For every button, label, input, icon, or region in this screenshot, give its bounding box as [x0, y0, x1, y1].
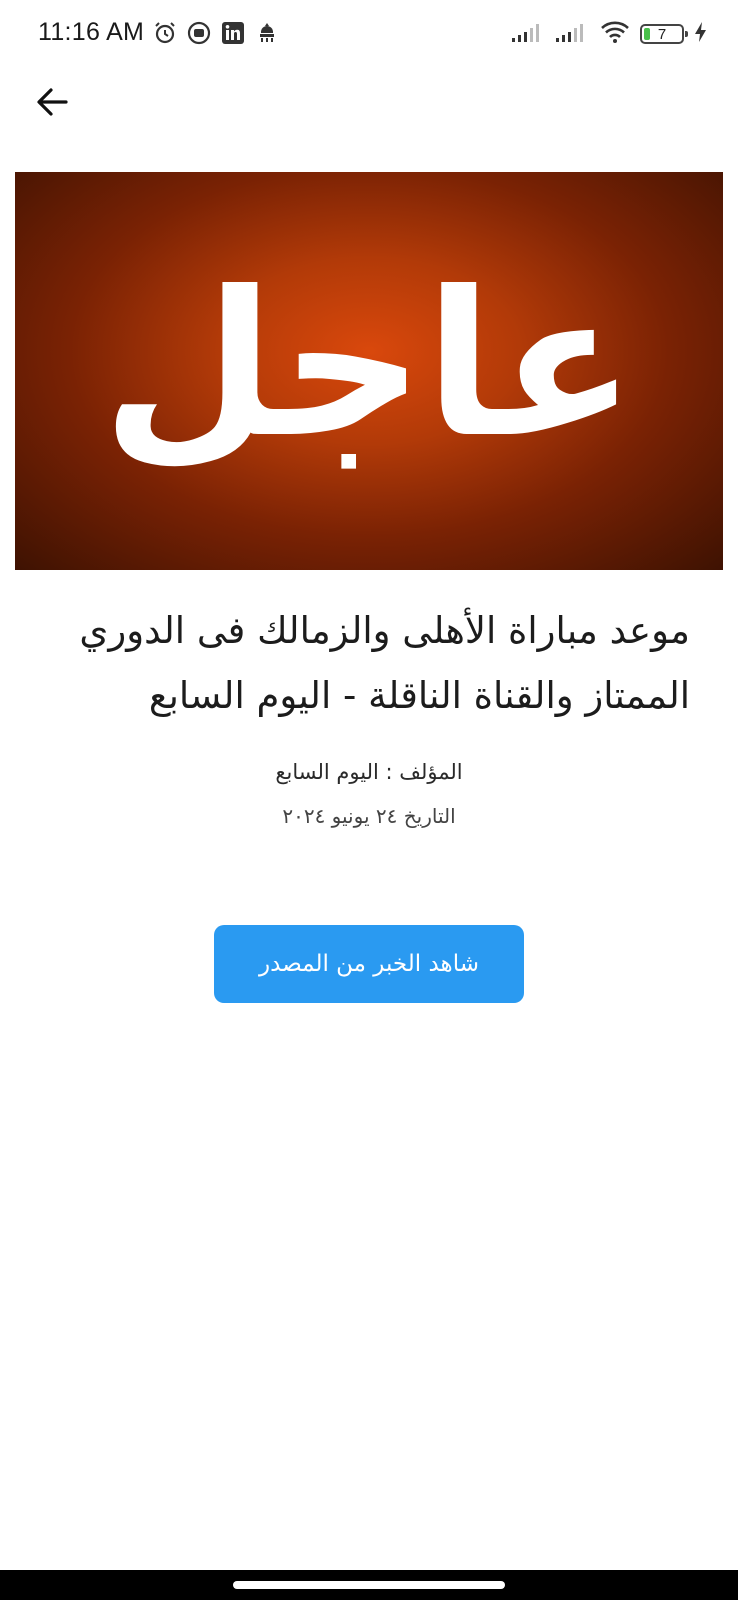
battery-level: 7	[657, 25, 667, 43]
alarm-icon	[152, 20, 178, 46]
battery-tip	[685, 31, 688, 37]
home-indicator[interactable]	[233, 1581, 505, 1589]
signal-icon	[556, 21, 590, 47]
status-icons-left	[152, 20, 280, 46]
screen-record-icon	[186, 20, 212, 46]
article-meta: المؤلف : اليوم السابع التاريخ ٢٤ يونيو ٢…	[0, 750, 738, 838]
article-hero-image: عاجل	[15, 172, 723, 570]
status-bar: 11:16 AM 7	[0, 0, 738, 66]
signal-icon	[512, 21, 546, 47]
battery-indicator: 7	[640, 24, 688, 44]
arrow-left-icon	[35, 85, 69, 123]
hero-breaking-text: عاجل	[101, 249, 637, 482]
wifi-icon	[600, 20, 630, 48]
charging-icon	[694, 21, 708, 47]
author-line: المؤلف : اليوم السابع	[275, 760, 463, 784]
back-button[interactable]	[28, 80, 76, 128]
view-source-button[interactable]: شاهد الخبر من المصدر	[214, 925, 524, 1003]
battery-fill	[644, 28, 650, 40]
date-line: التاريخ ٢٤ يونيو ٢٠٢٤	[282, 804, 456, 828]
linkedin-icon	[220, 20, 246, 46]
navigation-bar	[0, 1570, 738, 1600]
status-icons-right: 7	[512, 20, 708, 48]
app-notification-icon	[254, 20, 280, 46]
status-time: 11:16 AM	[38, 18, 145, 46]
article-title: موعد مباراة الأهلى والزمالك فى الدوري ال…	[79, 609, 690, 717]
